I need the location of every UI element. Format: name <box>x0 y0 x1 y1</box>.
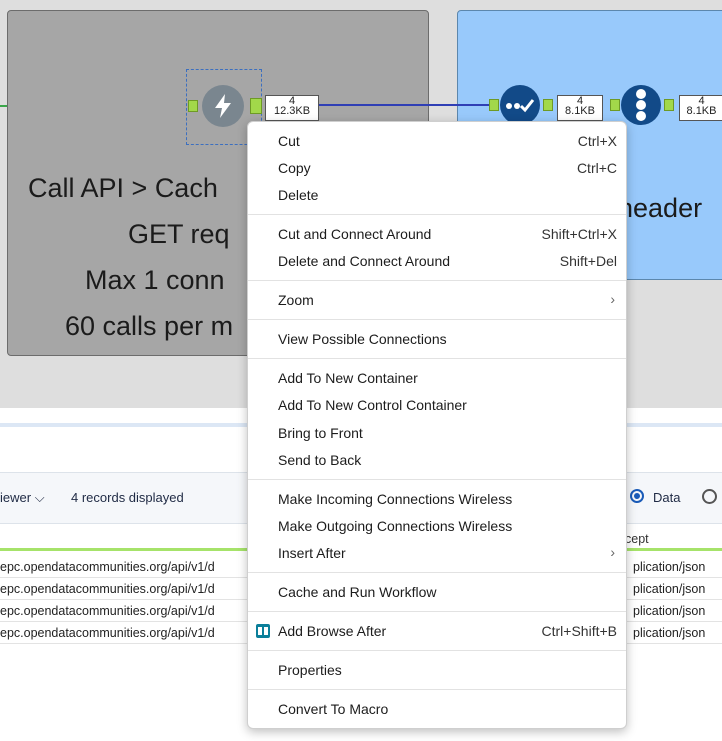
output-anchor-icon[interactable] <box>664 99 674 111</box>
menu-shortcut: Ctrl+C <box>576 160 617 176</box>
output-anchor-icon[interactable] <box>543 99 553 111</box>
url-cell: epc.opendatacommunities.org/api/v1/d <box>0 582 215 596</box>
download-tool-icon[interactable] <box>202 85 244 127</box>
record-count-badge: 4 8.1KB <box>557 95 603 121</box>
connection-line-outgoing <box>318 104 494 106</box>
menu-separator <box>248 214 626 215</box>
accept-cell: plication/json <box>633 626 706 640</box>
menu-label: Cache and Run Workflow <box>278 584 437 600</box>
menu-item-properties[interactable]: Properties <box>248 657 626 683</box>
menu-label: Insert After <box>278 545 346 561</box>
accept-cell: plication/json <box>633 604 706 618</box>
menu-label: Cut and Connect Around <box>278 226 432 242</box>
menu-separator <box>248 611 626 612</box>
menu-item-cut-connect-around[interactable]: Cut and Connect Around Shift+Ctrl+X <box>248 221 626 247</box>
menu-item-delete[interactable]: Delete <box>248 182 626 208</box>
menu-label: Delete and Connect Around <box>278 253 451 269</box>
badge-size: 12.3KB <box>273 105 311 117</box>
menu-separator <box>248 479 626 480</box>
browse-tool-icon <box>256 624 270 638</box>
menu-separator <box>248 319 626 320</box>
menu-separator <box>248 280 626 281</box>
chevron-right-icon: › <box>610 291 615 307</box>
menu-item-incoming-wireless[interactable]: Make Incoming Connections Wireless <box>248 486 626 512</box>
input-anchor-icon[interactable] <box>188 100 198 112</box>
menu-shortcut: Shift+Ctrl+X <box>541 226 617 242</box>
menu-separator <box>248 689 626 690</box>
url-cell: epc.opendatacommunities.org/api/v1/d <box>0 604 215 618</box>
menu-shortcut: Ctrl+Shift+B <box>541 623 617 639</box>
menu-item-add-to-new-container[interactable]: Add To New Container <box>248 365 626 391</box>
accept-cell: plication/json <box>633 560 706 574</box>
menu-label: Delete <box>278 187 319 203</box>
menu-item-insert-after[interactable]: Insert After › <box>248 540 626 566</box>
menu-label: Copy <box>278 160 311 176</box>
select-tool-icon[interactable] <box>500 85 540 125</box>
menu-label: Cut <box>278 133 300 149</box>
menu-item-cut[interactable]: Cut Ctrl+X <box>248 128 626 154</box>
menu-item-add-browse-after[interactable]: Add Browse After Ctrl+Shift+B <box>248 618 626 644</box>
menu-shortcut: Shift+Del <box>559 253 617 269</box>
record-count-badge: 4 12.3KB <box>265 95 319 121</box>
radio-dot-icon <box>634 493 640 499</box>
output-anchor-icon[interactable] <box>250 98 262 114</box>
menu-item-add-to-new-control-container[interactable]: Add To New Control Container <box>248 392 626 418</box>
url-cell: epc.opendatacommunities.org/api/v1/d <box>0 626 215 640</box>
menu-label: Convert To Macro <box>278 701 389 717</box>
menu-item-convert-to-macro[interactable]: Convert To Macro <box>248 696 626 722</box>
menu-item-view-possible-connections[interactable]: View Possible Connections <box>248 326 626 352</box>
viewer-dropdown[interactable]: iewer ⌵ <box>0 490 45 506</box>
menu-separator <box>248 358 626 359</box>
chevron-down-icon: ⌵ <box>34 490 45 505</box>
menu-label: Bring to Front <box>278 425 363 441</box>
menu-separator <box>248 572 626 573</box>
data-radio-label: Data <box>653 490 681 505</box>
menu-item-zoom[interactable]: Zoom › <box>248 287 626 313</box>
menu-separator <box>248 650 626 651</box>
menu-item-bring-to-front[interactable]: Bring to Front <box>248 420 626 446</box>
metadata-radio[interactable] <box>702 489 717 504</box>
menu-label: Add To New Control Container <box>278 397 467 413</box>
menu-label: Zoom <box>278 292 314 308</box>
menu-label: Send to Back <box>278 452 362 468</box>
input-anchor-icon[interactable] <box>489 99 499 111</box>
menu-item-cache-and-run[interactable]: Cache and Run Workflow <box>248 579 626 605</box>
container-caption-line: header <box>618 193 703 223</box>
menu-label: View Possible Connections <box>278 331 447 347</box>
menu-item-send-to-back[interactable]: Send to Back <box>248 447 626 473</box>
accept-cell: plication/json <box>633 582 706 596</box>
url-cell: epc.opendatacommunities.org/api/v1/d <box>0 560 215 574</box>
menu-label: Make Incoming Connections Wireless <box>278 491 513 507</box>
viewer-label: iewer <box>0 490 32 505</box>
menu-item-copy[interactable]: Copy Ctrl+C <box>248 155 626 181</box>
menu-label: Properties <box>278 662 342 678</box>
menu-label: Make Outgoing Connections Wireless <box>278 518 513 534</box>
menu-shortcut: Ctrl+X <box>577 133 617 149</box>
input-anchor-icon[interactable] <box>610 99 620 111</box>
menu-item-delete-connect-around[interactable]: Delete and Connect Around Shift+Del <box>248 248 626 274</box>
records-count-label: 4 records displayed <box>71 490 184 505</box>
record-count-badge: 4 8.1KB <box>679 95 722 121</box>
badge-size: 8.1KB <box>565 105 595 117</box>
badge-size: 8.1KB <box>686 105 717 117</box>
menu-label: Add Browse After <box>278 623 387 639</box>
menu-item-outgoing-wireless[interactable]: Make Outgoing Connections Wireless <box>248 513 626 539</box>
context-menu: Cut Ctrl+X Copy Ctrl+C Delete Cut and Conn… <box>247 121 627 729</box>
record-id-tool-icon[interactable] <box>621 85 661 125</box>
data-radio[interactable] <box>630 489 644 503</box>
chevron-right-icon: › <box>610 544 615 560</box>
column-header-accept[interactable]: cept <box>625 532 649 546</box>
menu-label: Add To New Container <box>278 370 418 386</box>
